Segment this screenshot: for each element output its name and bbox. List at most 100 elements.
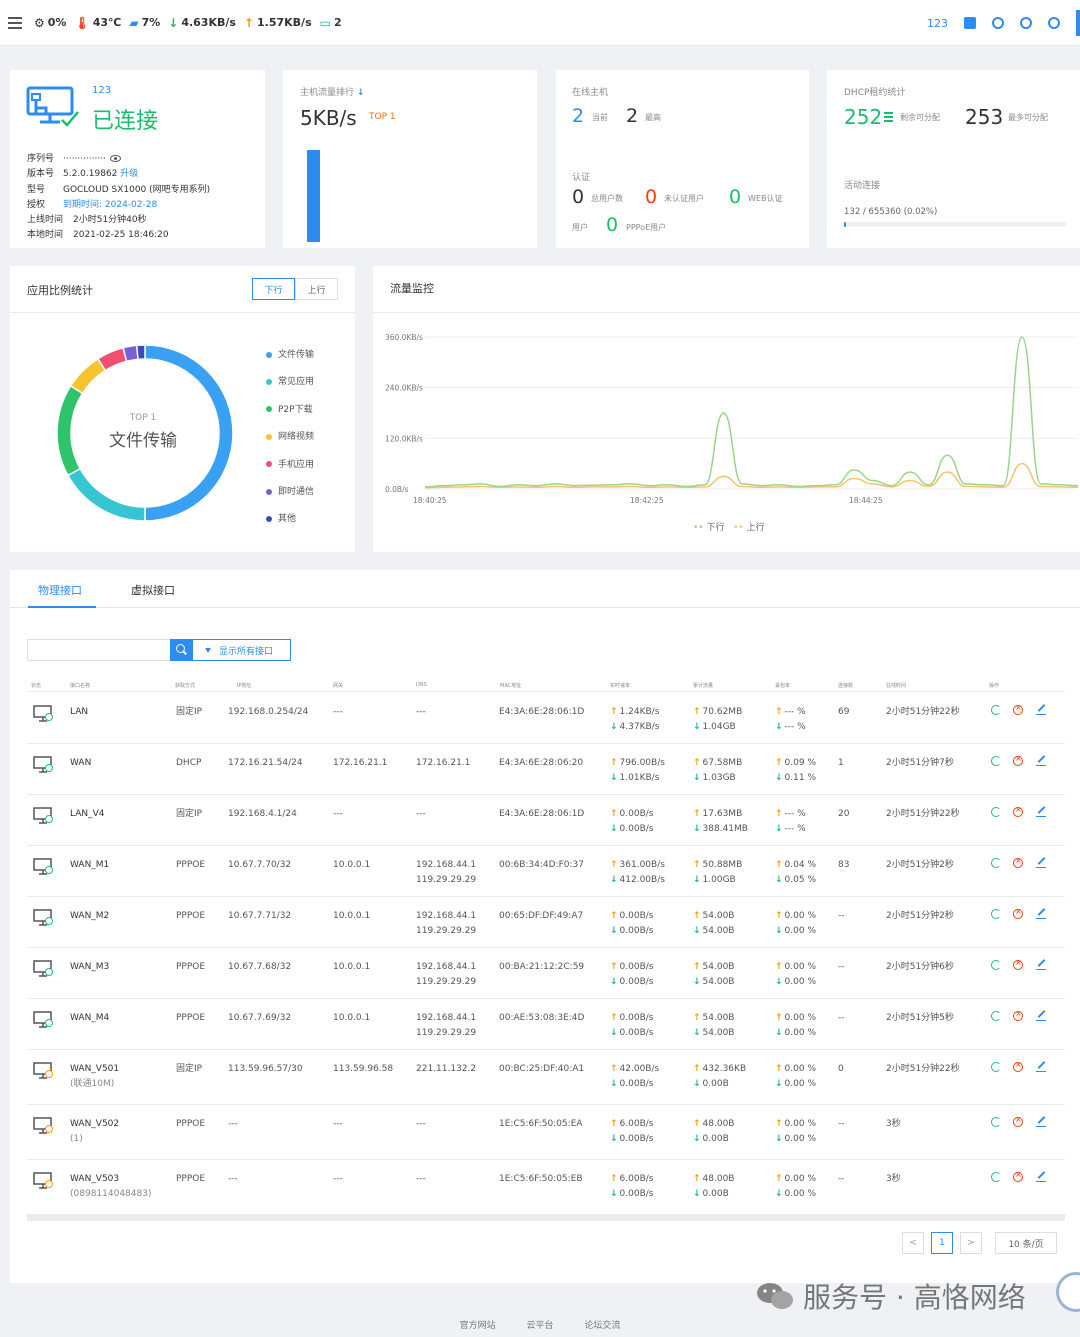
disconnect-icon[interactable] xyxy=(1013,1170,1023,1182)
show-all-dropdown[interactable]: 显示所有接口 xyxy=(192,639,291,661)
packet-loss-down-value: 0.05 % xyxy=(784,874,816,885)
arrow-up-icon: ↑ xyxy=(775,1013,783,1023)
donut-slice-即时通信[interactable] xyxy=(122,344,139,363)
arrow-up-icon: ↑ xyxy=(775,707,783,717)
arrow-down-icon: ↓ xyxy=(610,823,618,834)
realtime-rate-down: ↓ 412.00B/s xyxy=(610,873,665,888)
donut-slice-常见应用[interactable] xyxy=(66,467,146,522)
edit-icon[interactable] xyxy=(1036,909,1046,919)
refresh-icon[interactable] xyxy=(991,1172,1001,1182)
realtime-rate-up: ↑ 0.00B/s xyxy=(610,807,653,822)
donut-slice-其他[interactable] xyxy=(135,344,146,361)
dns-secondary: 119.29.29.29 xyxy=(416,976,477,987)
refresh-icon[interactable] xyxy=(991,960,1001,970)
pager-next[interactable]: > xyxy=(960,1232,982,1254)
tab-upload[interactable]: 上行 xyxy=(295,278,338,300)
monitor-icon: ▭ xyxy=(319,15,331,30)
interface-dns: --- xyxy=(416,1117,426,1132)
arrow-down-icon: ↓ xyxy=(693,823,701,834)
edit-icon[interactable] xyxy=(1036,858,1046,868)
search-input[interactable] xyxy=(27,639,170,661)
tab-download[interactable]: 下行 xyxy=(252,278,295,300)
disconnect-icon[interactable] xyxy=(1013,703,1023,715)
refresh-icon[interactable] xyxy=(991,756,1001,766)
refresh-icon[interactable] xyxy=(991,1011,1001,1021)
cloud-icon[interactable] xyxy=(1020,17,1032,29)
host-traffic-title[interactable]: 主机流量排行 ↓ xyxy=(300,85,364,98)
edit-icon[interactable] xyxy=(1036,1011,1046,1021)
legend-item[interactable]: 文件传输 xyxy=(266,342,314,369)
footer-link-forum[interactable]: 论坛交流 xyxy=(584,1321,620,1331)
realtime-rate-up-value: 0.00B/s xyxy=(619,962,654,972)
packet-loss-up: ↑ 0.00 % xyxy=(775,1172,816,1187)
interface-name: WAN_M4 xyxy=(70,1011,109,1026)
list-icon[interactable] xyxy=(884,112,893,122)
refresh-icon[interactable] xyxy=(991,1062,1001,1072)
interface-status-icon xyxy=(33,1117,53,1134)
table-row: WAN_M4 PPPOE 10.67.7.69/32 10.0.0.1 192.168.… xyxy=(27,999,1065,1050)
legend-item[interactable]: P2P下载 xyxy=(266,397,314,424)
thermometer-icon: 🌡 xyxy=(74,15,90,30)
refresh-icon[interactable] xyxy=(991,807,1001,817)
topbar-user-text[interactable]: 123 xyxy=(927,17,948,30)
legend-dot xyxy=(266,351,272,358)
menu-icon[interactable] xyxy=(8,16,22,29)
edit-icon[interactable] xyxy=(1036,756,1046,766)
disconnect-icon[interactable] xyxy=(1013,754,1023,766)
edit-icon[interactable] xyxy=(1036,807,1046,817)
legend-item[interactable]: 其他 xyxy=(266,506,314,533)
total-flow-up-value: 54.00B xyxy=(702,962,735,972)
total-flow-up: ↑ 54.00B xyxy=(693,1011,735,1026)
realtime-rate-up: ↑ 0.00B/s xyxy=(610,960,653,975)
tab-virtual[interactable]: 虚拟接口 xyxy=(131,582,175,598)
disconnect-icon[interactable] xyxy=(1013,1115,1023,1127)
disconnect-icon[interactable] xyxy=(1013,1060,1023,1072)
edit-icon[interactable] xyxy=(1036,1062,1046,1072)
realtime-rate-up: ↑ 0.00B/s xyxy=(610,1011,653,1026)
online-duration: 3秒 xyxy=(886,1119,901,1129)
pager-page-1[interactable]: 1 xyxy=(931,1232,953,1254)
legend-item[interactable]: 手机应用 xyxy=(266,452,314,479)
refresh-icon[interactable] xyxy=(991,909,1001,919)
eye-icon[interactable] xyxy=(109,155,121,162)
footer-link-official[interactable]: 官方网站 xyxy=(460,1321,496,1331)
device-number: 123 xyxy=(92,85,112,96)
arrow-up-icon: ↑ xyxy=(610,809,618,819)
tab-physical[interactable]: 物理接口 xyxy=(38,582,82,598)
packet-loss-up: ↑ 0.00 % xyxy=(775,1011,816,1026)
arrow-up-icon: ↑ xyxy=(610,860,618,870)
packet-loss-down: ↓ 0.05 % xyxy=(775,873,816,888)
packet-loss-up: ↑ 0.00 % xyxy=(775,1117,816,1132)
legend-item[interactable]: 网络视频 xyxy=(266,424,314,451)
online-duration: 2小时51分钟6秒 xyxy=(886,962,954,972)
edit-icon[interactable] xyxy=(1036,705,1046,715)
realtime-rate-down: ↓ 0.00B/s xyxy=(610,1132,653,1147)
refresh-icon[interactable] xyxy=(991,1117,1001,1127)
settings-icon[interactable] xyxy=(1048,17,1060,29)
search-button[interactable] xyxy=(170,639,192,661)
edit-icon[interactable] xyxy=(1036,1172,1046,1182)
total-flow-up: ↑ 54.00B xyxy=(693,909,735,924)
disconnect-icon[interactable] xyxy=(1013,805,1023,817)
shirt-icon[interactable] xyxy=(964,17,976,29)
disconnect-icon[interactable] xyxy=(1013,856,1023,868)
disconnect-icon[interactable] xyxy=(1013,1009,1023,1021)
interface-mac: 00:6B:34:4D:F0:37 xyxy=(499,860,584,870)
refresh-icon[interactable] xyxy=(991,858,1001,868)
table-scrollbar[interactable] xyxy=(27,1215,1065,1221)
interface-gateway: 113.59.96.58 xyxy=(333,1064,394,1074)
disconnect-icon[interactable] xyxy=(1013,907,1023,919)
disconnect-icon[interactable] xyxy=(1013,958,1023,970)
globe-icon[interactable] xyxy=(992,17,1004,29)
donut-slice-P2P下载[interactable] xyxy=(56,384,84,477)
legend-item[interactable]: 常见应用 xyxy=(266,369,314,396)
page-size-select[interactable]: 10 条/页 xyxy=(995,1232,1057,1254)
refresh-icon[interactable] xyxy=(991,705,1001,715)
footer-link-cloud[interactable]: 云平台 xyxy=(526,1321,553,1331)
upgrade-link[interactable]: 升级 xyxy=(120,169,138,179)
edit-icon[interactable] xyxy=(1036,1117,1046,1127)
donut-slice-网络视频[interactable] xyxy=(69,357,107,395)
edit-icon[interactable] xyxy=(1036,960,1046,970)
legend-item[interactable]: 即时通信 xyxy=(266,479,314,506)
pager-prev[interactable]: < xyxy=(902,1232,924,1254)
